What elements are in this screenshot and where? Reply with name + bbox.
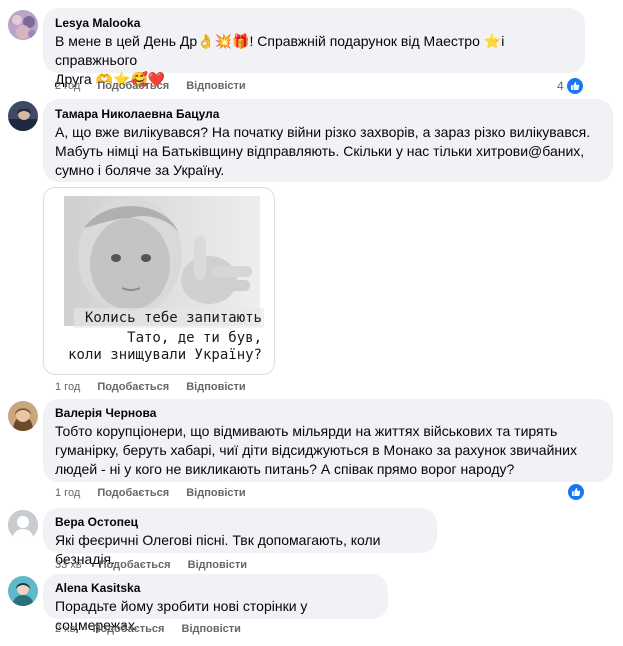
comment-time[interactable]: 33 хв xyxy=(55,559,82,571)
thumbs-up-icon xyxy=(566,78,583,94)
like-link[interactable]: Подобається xyxy=(99,559,171,571)
comment-actions: 1 год Подобається Відповісти xyxy=(55,486,260,500)
comment-actions: 2 хв Подобається Відповісти xyxy=(55,622,255,636)
comment-author[interactable]: Валерія Чернова xyxy=(55,405,601,421)
comment-actions: 33 хв Подобається Відповісти xyxy=(55,558,261,572)
comment-bubble: Вера Остопец Які феєричні Олегові пісні.… xyxy=(43,508,437,567)
comment-bubble: Lesya Malooka В мене в цей День Др👌💥🎁! С… xyxy=(43,8,585,87)
comment-actions: 1 год Подобається Відповісти xyxy=(55,380,260,394)
meme-caption-line: Колись тебе запитають xyxy=(84,310,262,326)
avatar-image xyxy=(8,101,38,131)
like-link[interactable]: Подобається xyxy=(97,80,169,92)
comment-actions: 2 год Подобається Відповісти xyxy=(55,79,260,93)
comment-time[interactable]: 2 год xyxy=(55,80,80,92)
avatar[interactable] xyxy=(8,10,38,40)
reaction-summary[interactable]: 4 xyxy=(557,78,583,94)
meme-caption-line: Тато, де ти був, xyxy=(127,330,262,346)
reply-link[interactable]: Відповісти xyxy=(182,623,241,635)
like-link[interactable]: Подобається xyxy=(93,623,165,635)
comment-image-attachment[interactable]: Колись тебе запитають Тато, де ти був, к… xyxy=(43,187,275,375)
reply-link[interactable]: Відповісти xyxy=(186,381,245,393)
comment-author[interactable]: Тамара Николаевна Бацула xyxy=(55,106,601,122)
reply-link[interactable]: Відповісти xyxy=(186,487,245,499)
comment-author[interactable]: Lesya Malooka xyxy=(55,15,573,31)
reaction-summary[interactable] xyxy=(565,484,584,500)
avatar-image xyxy=(8,576,38,606)
comment-text: Тобто корупціонери, що відмивають мільяр… xyxy=(55,423,577,477)
reaction-count: 4 xyxy=(557,79,564,93)
comment-time[interactable]: 1 год xyxy=(55,381,80,393)
reply-link[interactable]: Відповісти xyxy=(188,559,247,571)
avatar[interactable] xyxy=(8,576,38,606)
like-link[interactable]: Подобається xyxy=(97,381,169,393)
comment-bubble: Валерія Чернова Тобто корупціонери, що в… xyxy=(43,399,613,482)
comment-author[interactable]: Alena Kasitska xyxy=(55,580,376,596)
comment-time[interactable]: 2 хв xyxy=(55,623,76,635)
default-user-icon xyxy=(8,510,38,540)
meme-caption-line: коли знищували Україну? xyxy=(68,347,262,363)
like-link[interactable]: Подобається xyxy=(97,487,169,499)
avatar[interactable] xyxy=(8,401,38,431)
comment-bubble: Alena Kasitska Порадьте йому зробити нов… xyxy=(43,574,388,633)
comment-time[interactable]: 1 год xyxy=(55,487,80,499)
avatar-image xyxy=(8,401,38,431)
avatar[interactable] xyxy=(8,101,38,131)
thumbs-up-icon xyxy=(568,484,584,500)
reply-link[interactable]: Відповісти xyxy=(186,80,245,92)
comment-text: А, що вже вилікувався? На початку війни … xyxy=(55,124,591,178)
comment-author[interactable]: Вера Остопец xyxy=(55,514,425,530)
comment-bubble: Тамара Николаевна Бацула А, що вже вилік… xyxy=(43,99,613,182)
avatar-image xyxy=(8,10,38,40)
avatar[interactable] xyxy=(8,510,38,540)
